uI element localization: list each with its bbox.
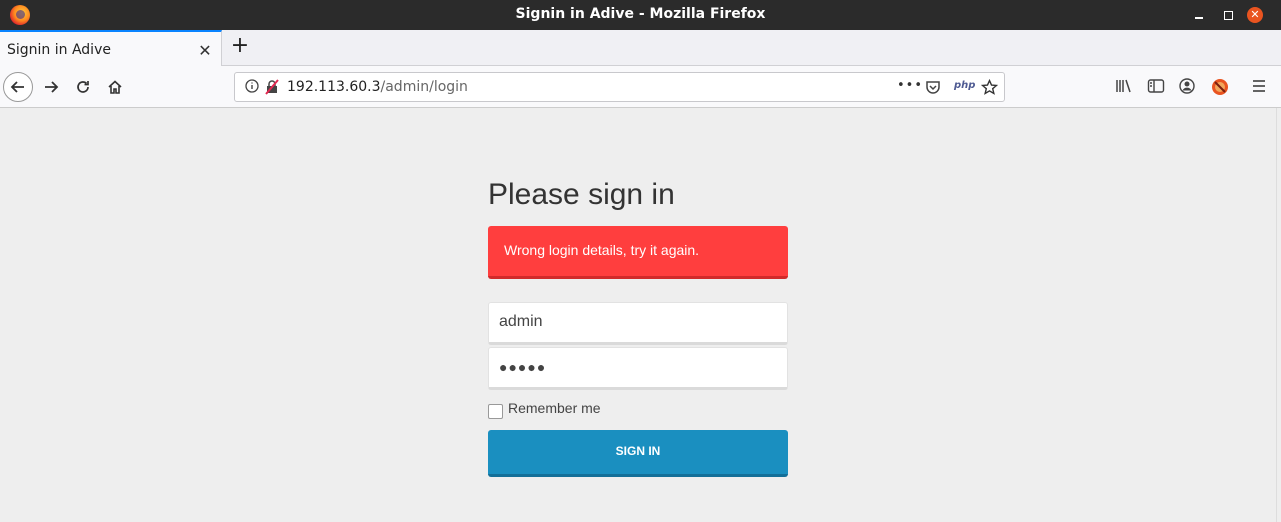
- tab-close-icon[interactable]: ✕: [196, 41, 214, 60]
- error-alert: Wrong login details, try it again.: [488, 226, 788, 279]
- page-content: Please sign in Wrong login details, try …: [0, 108, 1281, 522]
- back-button[interactable]: [3, 72, 33, 102]
- url-host: 192.113.60.3: [287, 79, 381, 95]
- reload-button[interactable]: [68, 72, 98, 102]
- forward-button[interactable]: [36, 72, 66, 102]
- url-path: /admin/login: [380, 79, 468, 95]
- remember-me-label[interactable]: Remember me: [508, 400, 601, 416]
- maximize-button[interactable]: [1218, 5, 1238, 25]
- tab-signin[interactable]: Signin in Adive ✕: [0, 30, 222, 66]
- home-icon: [108, 80, 122, 94]
- info-icon[interactable]: [245, 79, 259, 97]
- minimize-icon: [1195, 17, 1203, 19]
- library-icon[interactable]: [1115, 78, 1135, 98]
- reload-icon: [77, 81, 89, 93]
- close-window-button[interactable]: ✕: [1245, 5, 1265, 25]
- sign-in-button[interactable]: SIGN IN: [488, 430, 788, 477]
- insecure-lock-icon[interactable]: [264, 79, 280, 97]
- sidebar-icon[interactable]: [1147, 78, 1167, 98]
- close-icon: ✕: [1247, 7, 1263, 23]
- navigation-bar: 192.113.60.3/admin/login ••• php: [0, 66, 1281, 108]
- tab-label: Signin in Adive: [7, 42, 111, 58]
- account-icon[interactable]: [1179, 78, 1199, 98]
- url-text[interactable]: 192.113.60.3/admin/login: [287, 79, 468, 95]
- home-button[interactable]: [100, 72, 130, 102]
- page-actions-more-icon[interactable]: •••: [897, 78, 923, 96]
- window-title: Signin in Adive - Mozilla Firefox: [515, 6, 766, 22]
- php-extension-icon[interactable]: php: [954, 80, 975, 98]
- extension-blocker-icon[interactable]: [1211, 78, 1231, 98]
- password-mask: ●●●●●: [499, 359, 547, 375]
- address-bar[interactable]: 192.113.60.3/admin/login ••• php: [234, 72, 1005, 102]
- pocket-icon[interactable]: [925, 79, 941, 97]
- new-tab-button[interactable]: +: [229, 35, 251, 58]
- error-alert-text: Wrong login details, try it again.: [504, 242, 700, 258]
- tab-bar: Signin in Adive ✕ +: [0, 30, 1281, 66]
- page-title: Please sign in: [488, 178, 675, 211]
- bookmark-star-icon[interactable]: [980, 78, 999, 97]
- window-titlebar: Signin in Adive - Mozilla Firefox ✕: [0, 0, 1281, 30]
- username-field[interactable]: admin: [488, 302, 788, 345]
- back-arrow-icon: [10, 81, 24, 93]
- page-scrollbar[interactable]: [1276, 108, 1281, 522]
- minimize-button[interactable]: [1189, 5, 1209, 25]
- remember-me-checkbox[interactable]: [488, 404, 503, 419]
- password-field[interactable]: ●●●●●: [488, 347, 788, 390]
- menu-hamburger-icon[interactable]: [1251, 78, 1271, 98]
- forward-arrow-icon: [45, 81, 59, 93]
- maximize-icon: [1223, 11, 1233, 20]
